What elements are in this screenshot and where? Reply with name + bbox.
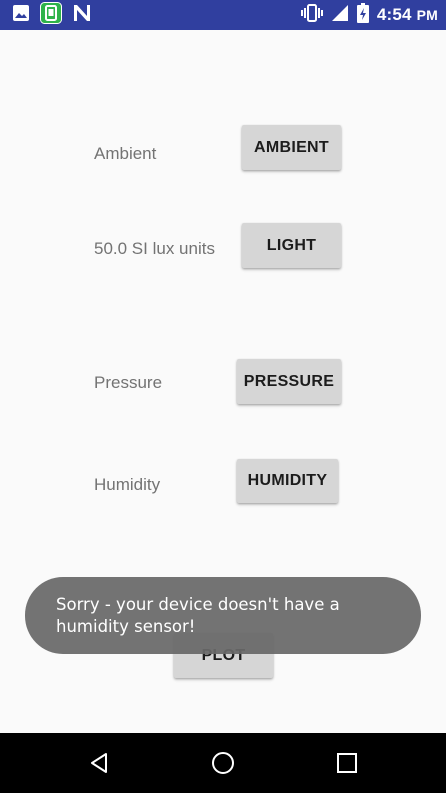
navigation-bar [0,733,446,793]
home-icon [212,752,234,774]
app-screen: 4:54 PM Ambient AMBIENT 50.0 SI lux unit… [0,0,446,793]
system-icons: 4:54 PM [300,2,438,28]
clock-ampm: PM [416,7,438,23]
light-button[interactable]: LIGHT [242,223,341,268]
image-icon [12,4,30,27]
signal-icon [331,4,349,27]
light-value-label: 50.0 SI lux units [94,239,215,258]
pressure-button[interactable]: PRESSURE [237,359,341,404]
humidity-button[interactable]: HUMIDITY [237,459,338,503]
back-icon [91,753,107,773]
home-button[interactable] [193,733,253,793]
vibrate-icon [300,3,323,27]
status-time: 4:54 PM [377,5,438,25]
humidity-label: Humidity [94,475,161,494]
recents-button[interactable] [317,733,377,793]
pressure-label: Pressure [94,373,163,392]
n-logo-icon [72,4,92,27]
ambient-button[interactable]: AMBIENT [242,125,341,170]
ambient-label: Ambient [94,144,157,163]
status-bar: 4:54 PM [0,0,446,30]
toast-message: Sorry - your device doesn't have a humid… [25,577,421,654]
battery-charging-icon [356,2,369,28]
notification-icons [12,1,92,27]
app-notification-icon [40,1,62,29]
back-button[interactable] [69,733,129,793]
toast-text: Sorry - your device doesn't have a humid… [56,595,340,636]
clock-time: 4:54 [376,5,412,24]
recents-icon [337,753,357,773]
